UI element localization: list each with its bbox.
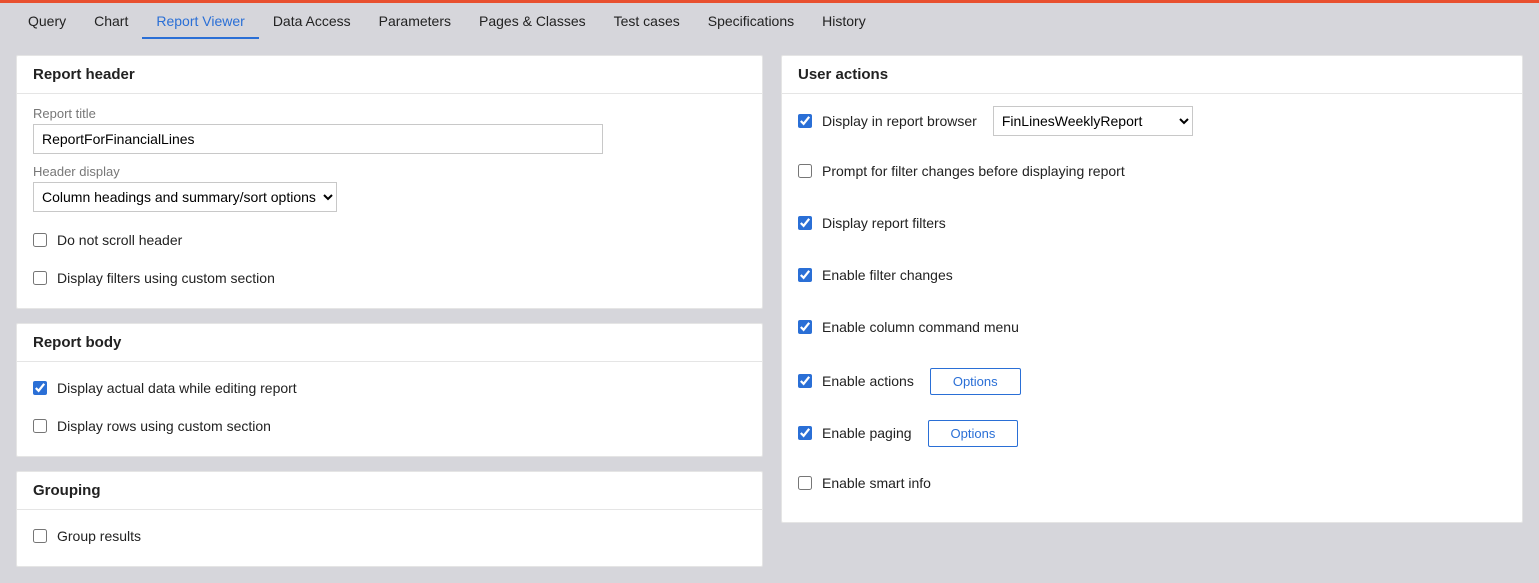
display-actual-label[interactable]: Display actual data while editing report [57,379,297,397]
tab-test-cases[interactable]: Test cases [600,3,694,39]
report-title-label: Report title [33,106,746,121]
panel-report-body: Report body Display actual data while ed… [16,323,763,457]
panel-user-actions-title: User actions [782,56,1522,94]
enable-smart-info-checkbox[interactable] [798,476,812,490]
display-filters-custom-label[interactable]: Display filters using custom section [57,269,275,287]
enable-actions-label[interactable]: Enable actions [822,372,914,390]
display-rows-custom-label[interactable]: Display rows using custom section [57,417,271,435]
group-results-checkbox[interactable] [33,529,47,543]
tab-history[interactable]: History [808,3,880,39]
enable-filter-changes-label[interactable]: Enable filter changes [822,266,953,284]
panel-report-header-title: Report header [17,56,762,94]
report-browser-select[interactable]: FinLinesWeeklyReport [993,106,1193,136]
header-display-select[interactable]: Column headings and summary/sort options [33,182,337,212]
tab-data-access[interactable]: Data Access [259,3,365,39]
header-display-label: Header display [33,164,746,179]
enable-paging-label[interactable]: Enable paging [822,424,912,442]
display-rows-custom-checkbox[interactable] [33,419,47,433]
display-in-browser-checkbox[interactable] [798,114,812,128]
tab-report-viewer[interactable]: Report Viewer [142,3,258,39]
enable-column-cmd-label[interactable]: Enable column command menu [822,318,1019,336]
enable-paging-checkbox[interactable] [798,426,812,440]
tab-query[interactable]: Query [14,3,80,39]
panel-grouping-title: Grouping [17,472,762,510]
group-results-label[interactable]: Group results [57,527,141,545]
enable-actions-options-button[interactable]: Options [930,368,1021,395]
panel-user-actions: User actions Display in report browser F… [781,55,1523,523]
tab-bar: Query Chart Report Viewer Data Access Pa… [0,3,1539,39]
display-filters-custom-checkbox[interactable] [33,271,47,285]
do-not-scroll-checkbox[interactable] [33,233,47,247]
do-not-scroll-label[interactable]: Do not scroll header [57,231,182,249]
tab-pages-classes[interactable]: Pages & Classes [465,3,600,39]
panel-report-header: Report header Report title Header displa… [16,55,763,309]
prompt-filter-checkbox[interactable] [798,164,812,178]
display-actual-checkbox[interactable] [33,381,47,395]
enable-smart-info-label[interactable]: Enable smart info [822,474,931,492]
enable-column-cmd-checkbox[interactable] [798,320,812,334]
tab-parameters[interactable]: Parameters [365,3,465,39]
display-in-browser-label[interactable]: Display in report browser [822,112,977,130]
enable-actions-checkbox[interactable] [798,374,812,388]
enable-paging-options-button[interactable]: Options [928,420,1019,447]
display-report-filters-checkbox[interactable] [798,216,812,230]
panel-grouping: Grouping Group results [16,471,763,567]
enable-filter-changes-checkbox[interactable] [798,268,812,282]
tab-specifications[interactable]: Specifications [694,3,808,39]
panel-report-body-title: Report body [17,324,762,362]
report-title-input[interactable] [33,124,603,154]
prompt-filter-label[interactable]: Prompt for filter changes before display… [822,162,1125,180]
tab-chart[interactable]: Chart [80,3,142,39]
display-report-filters-label[interactable]: Display report filters [822,214,946,232]
